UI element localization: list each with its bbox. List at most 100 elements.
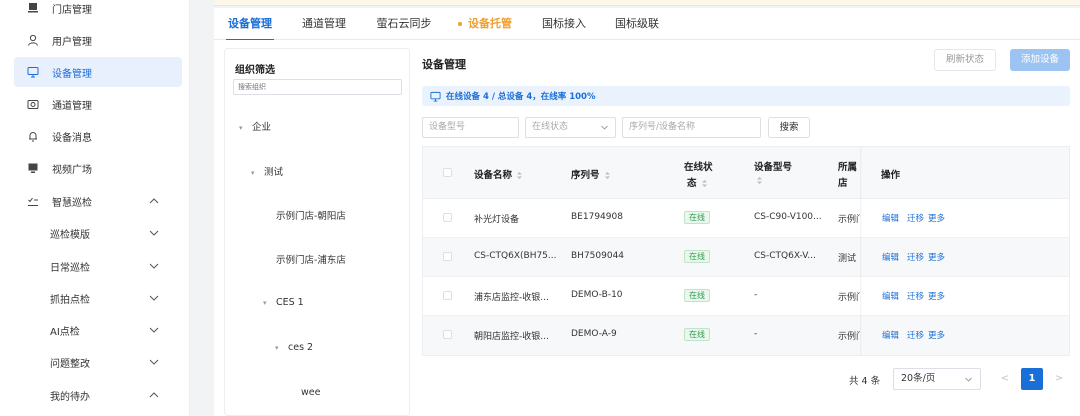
- sidebar-subitem-rectify[interactable]: 问题整改: [14, 347, 182, 377]
- tree-node-store-pudong[interactable]: 示例门店-浦东店: [276, 252, 346, 266]
- chevron-up-icon: [149, 392, 159, 398]
- migrate-link[interactable]: 迁移: [907, 331, 924, 341]
- prev-page-button[interactable]: <: [996, 368, 1014, 390]
- caret-down-icon: ▾: [251, 169, 255, 177]
- online-info-bar: 在线设备 4 / 总设备 4，在线率 100%: [422, 86, 1070, 106]
- sidebar-item-label: 视频广场: [52, 164, 92, 176]
- screen-icon: [26, 161, 40, 175]
- sidebar-item-message[interactable]: 设备消息: [14, 121, 182, 151]
- monitor-icon: [26, 65, 40, 79]
- page-size-select[interactable]: 20条/页: [893, 368, 981, 390]
- sidebar-subitem-label: 日常巡检: [50, 262, 90, 274]
- tab-gb-access[interactable]: 国标接入: [534, 8, 594, 40]
- sidebar-item-channel[interactable]: 通道管理: [14, 89, 182, 119]
- org-filter-title: 组织筛选: [235, 65, 275, 76]
- sidebar-item-video-square[interactable]: 视频广场: [14, 153, 182, 183]
- row-checkbox[interactable]: [443, 252, 452, 261]
- edit-link[interactable]: 编辑: [882, 214, 899, 224]
- tab-gb-cascade[interactable]: 国标级联: [607, 8, 667, 40]
- next-page-button[interactable]: >: [1050, 368, 1068, 390]
- tree-node-test[interactable]: ▾ 测试: [251, 164, 283, 178]
- row-checkbox[interactable]: [443, 330, 452, 339]
- status-filter-select[interactable]: 在线状态: [525, 117, 616, 138]
- col-store-2: 店: [838, 178, 848, 189]
- col-store: 所属: [838, 162, 858, 173]
- pagination-total: 共 4 条: [849, 376, 881, 387]
- status-badge: 在线: [684, 250, 710, 263]
- cell-store: 示例门: [838, 332, 860, 342]
- sidebar-item-smart-inspection[interactable]: 智慧巡检: [14, 186, 182, 216]
- org-search-input[interactable]: [233, 79, 402, 95]
- chevron-down-icon: [149, 263, 159, 269]
- sort-icon: [757, 177, 762, 184]
- migrate-link[interactable]: 迁移: [907, 292, 924, 302]
- cell-actions: 编辑 迁移 更多: [882, 212, 953, 224]
- cell-model: -: [754, 329, 758, 339]
- model-filter-input[interactable]: 设备型号: [422, 117, 519, 138]
- tree-node-ces2[interactable]: ▾ ces 2: [275, 342, 313, 353]
- row-checkbox[interactable]: [443, 291, 452, 300]
- fixed-column-shadow: [860, 147, 862, 355]
- migrate-link[interactable]: 迁移: [907, 253, 924, 263]
- cell-serial: DEMO-B-10: [571, 290, 623, 300]
- status-filter-placeholder: 在线状态: [532, 122, 569, 132]
- sidebar-item-user[interactable]: 用户管理: [14, 25, 182, 55]
- tree-node-store-chaoyang[interactable]: 示例门店-朝阳店: [276, 208, 346, 222]
- tab-device-management[interactable]: 设备管理: [220, 8, 280, 41]
- tree-node-wee[interactable]: wee: [301, 387, 320, 398]
- tab-channel-management[interactable]: 通道管理: [294, 8, 354, 40]
- more-link[interactable]: 更多: [928, 214, 945, 224]
- col-serial[interactable]: 序列号: [571, 167, 611, 181]
- notice-strip: [214, 0, 1080, 6]
- migrate-link[interactable]: 迁移: [907, 214, 924, 224]
- tree-node-label: ces 2: [288, 342, 314, 353]
- sidebar-subitem-label: AI点检: [50, 326, 80, 338]
- user-icon: [26, 33, 40, 47]
- add-device-button[interactable]: 添加设备: [1010, 49, 1070, 71]
- sidebar-subitem-daily[interactable]: 日常巡检: [14, 251, 182, 281]
- status-badge: 在线: [684, 328, 710, 341]
- sidebar: 门店管理 用户管理 设备管理 通道管理 设备消息 视频广场 智慧巡检 巡检模版 …: [0, 0, 190, 416]
- sidebar-item-label: 设备管理: [52, 68, 92, 80]
- search-button[interactable]: 搜索: [768, 117, 810, 138]
- sidebar-item-store[interactable]: 门店管理: [14, 0, 182, 23]
- online-info-text: 在线设备 4 / 总设备 4，在线率 100%: [446, 92, 596, 102]
- row-checkbox[interactable]: [443, 213, 452, 222]
- cell-store: 测试: [838, 254, 857, 264]
- sidebar-item-device[interactable]: 设备管理: [14, 57, 182, 87]
- cell-store: 示例门: [838, 215, 860, 225]
- sidebar-subitem-snapshot[interactable]: 抓拍点检: [14, 283, 182, 313]
- select-all-checkbox[interactable]: [443, 168, 452, 177]
- cell-device-name: CS-CTQ6X(BH75...: [474, 251, 557, 261]
- sidebar-subitem-todo[interactable]: 我的待办: [14, 380, 182, 410]
- tree-node-ces1[interactable]: ▾ CES 1: [263, 297, 304, 308]
- cell-device-name: 朝阳店监控-收银...: [474, 332, 549, 342]
- chevron-down-icon: [149, 230, 159, 236]
- cell-model: CS-C90-V100...: [754, 212, 822, 222]
- tab-ezviz-sync[interactable]: 萤石云同步: [370, 8, 438, 40]
- chevron-down-icon: [601, 125, 608, 130]
- serial-filter-input[interactable]: 序列号/设备名称: [622, 117, 761, 138]
- col-model-2[interactable]: 号: [756, 175, 763, 186]
- tab-device-hosting[interactable]: 设备托管: [450, 8, 520, 40]
- tree-node-enterprise[interactable]: ▾ 企业: [239, 119, 271, 133]
- highlight-dot: [458, 22, 462, 26]
- more-link[interactable]: 更多: [928, 253, 945, 263]
- sidebar-subitem-template[interactable]: 巡检模版: [14, 218, 182, 248]
- edit-link[interactable]: 编辑: [882, 253, 899, 263]
- tab-label: 设备托管: [468, 17, 512, 30]
- col-online-status-2[interactable]: 态: [687, 175, 708, 189]
- device-table: 设备名称 序列号 在线状 态 设备型号 号 所属 店 操作 补光灯设备 BE17…: [422, 146, 1070, 356]
- sidebar-subitem-ai[interactable]: AI点检: [14, 315, 182, 345]
- sort-icon: [701, 180, 707, 187]
- refresh-status-button[interactable]: 刷新状态: [934, 49, 996, 71]
- page-number-button[interactable]: 1: [1021, 368, 1043, 390]
- cell-serial: BH7509044: [571, 251, 625, 261]
- sidebar-subitem-label: 问题整改: [50, 358, 90, 370]
- edit-link[interactable]: 编辑: [882, 292, 899, 302]
- edit-link[interactable]: 编辑: [882, 331, 899, 341]
- more-link[interactable]: 更多: [928, 292, 945, 302]
- col-device-name[interactable]: 设备名称: [474, 167, 523, 181]
- more-link[interactable]: 更多: [928, 331, 945, 341]
- cell-status: 在线: [684, 250, 710, 263]
